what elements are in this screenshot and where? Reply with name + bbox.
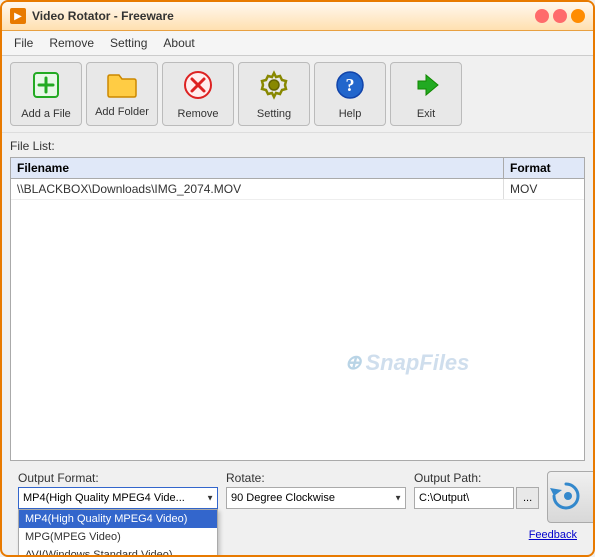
minimize-button[interactable]	[535, 9, 549, 23]
right-bottom: Rotate Videos Now!	[547, 471, 593, 523]
output-format-dropdown: MP4(High Quality MPEG4 Video) MPG(MPEG V…	[18, 509, 218, 555]
dropdown-item-mpg[interactable]: MPG(MPEG Video)	[19, 528, 217, 546]
col-filename-header: Filename	[11, 158, 504, 178]
options-row: Output Format: MP4(High Quality MPEG4 Vi…	[18, 471, 577, 523]
left-bottom: Output Format: MP4(High Quality MPEG4 Vi…	[18, 471, 218, 509]
title-buttons	[535, 9, 585, 23]
add-folder-button[interactable]: Add Folder	[86, 62, 158, 126]
dropdown-item-avi[interactable]: AVI(Windows Standard Video)	[19, 546, 217, 555]
title-bar-left: ▶ Video Rotator - Freeware	[10, 8, 174, 24]
remove-icon	[182, 69, 214, 106]
output-format-group: Output Format: MP4(High Quality MPEG4 Vi…	[18, 471, 218, 509]
rotate-now-button[interactable]: Rotate Videos Now!	[547, 471, 593, 523]
rotate-select[interactable]: 90 Degree Clockwise ▼	[226, 487, 406, 509]
bottom-section: Output Format: MP4(High Quality MPEG4 Vi…	[10, 465, 585, 549]
file-list-label: File List:	[10, 139, 585, 153]
menu-bar: File Remove Setting About	[2, 31, 593, 56]
output-format-select-wrapper: MP4(High Quality MPEG4 Vide... ▼ MP4(Hig…	[18, 487, 218, 509]
menu-file[interactable]: File	[6, 33, 41, 53]
svg-text:?: ?	[346, 75, 355, 95]
rotate-value: 90 Degree Clockwise	[231, 492, 335, 504]
rotate-label: Rotate:	[226, 471, 406, 485]
setting-icon	[258, 69, 290, 106]
add-folder-label: Add Folder	[95, 106, 149, 118]
setting-button[interactable]: Setting	[238, 62, 310, 126]
output-format-arrow: ▼	[206, 494, 214, 503]
output-format-label: Output Format:	[18, 471, 218, 485]
file-cell-name: \\BLACKBOX\Downloads\IMG_2074.MOV	[11, 179, 504, 199]
close-button[interactable]	[571, 9, 585, 23]
rotate-select-wrapper: 90 Degree Clockwise ▼	[226, 487, 406, 509]
add-folder-icon	[106, 71, 138, 104]
help-label: Help	[339, 108, 362, 120]
file-table-header: Filename Format	[11, 158, 584, 179]
remove-button[interactable]: Remove	[162, 62, 234, 126]
exit-icon	[410, 69, 442, 106]
main-window: ▶ Video Rotator - Freeware File Remove S…	[0, 0, 595, 557]
exit-label: Exit	[417, 108, 435, 120]
help-icon: ?	[334, 69, 366, 106]
file-cell-format: MOV	[504, 179, 584, 199]
dropdown-item-mp4hq[interactable]: MP4(High Quality MPEG4 Video)	[19, 510, 217, 528]
output-format-value: MP4(High Quality MPEG4 Vide...	[23, 492, 185, 504]
window-title: Video Rotator - Freeware	[32, 9, 174, 23]
rotate-group: Rotate: 90 Degree Clockwise ▼	[226, 471, 406, 509]
feedback-link[interactable]: Feedback	[529, 529, 577, 541]
menu-about[interactable]: About	[155, 33, 202, 53]
watermark: ⊕ SnapFiles	[345, 350, 470, 376]
add-file-button[interactable]: Add a File	[10, 62, 82, 126]
file-table-body[interactable]: \\BLACKBOX\Downloads\IMG_2074.MOV MOV ⊕ …	[11, 179, 584, 460]
remove-label: Remove	[178, 108, 219, 120]
toolbar: Add a File Add Folder Remove	[2, 56, 593, 133]
col-format-header: Format	[504, 158, 584, 178]
exit-button[interactable]: Exit	[390, 62, 462, 126]
browse-button[interactable]: ...	[516, 487, 539, 509]
output-path-label: Output Path:	[414, 471, 539, 485]
app-icon: ▶	[10, 8, 26, 24]
output-path-input[interactable]	[414, 487, 514, 509]
output-path-group: Output Path: ...	[414, 471, 539, 509]
output-format-select[interactable]: MP4(High Quality MPEG4 Vide... ▼	[18, 487, 218, 509]
rotate-arrow: ▼	[394, 494, 402, 503]
file-table: Filename Format \\BLACKBOX\Downloads\IMG…	[10, 157, 585, 461]
add-file-icon	[30, 69, 62, 106]
title-bar: ▶ Video Rotator - Freeware	[2, 2, 593, 31]
rotate-now-icon	[548, 478, 584, 517]
help-button[interactable]: ? Help	[314, 62, 386, 126]
menu-setting[interactable]: Setting	[102, 33, 155, 53]
table-row[interactable]: \\BLACKBOX\Downloads\IMG_2074.MOV MOV	[11, 179, 584, 200]
menu-remove[interactable]: Remove	[41, 33, 102, 53]
output-path-input-group: ...	[414, 487, 539, 509]
add-file-label: Add a File	[21, 108, 71, 120]
setting-label: Setting	[257, 108, 291, 120]
content-area: File List: Filename Format \\BLACKBOX\Do…	[2, 133, 593, 555]
maximize-button[interactable]	[553, 9, 567, 23]
rotate-now-label: Rotate Videos Now!	[590, 476, 593, 518]
